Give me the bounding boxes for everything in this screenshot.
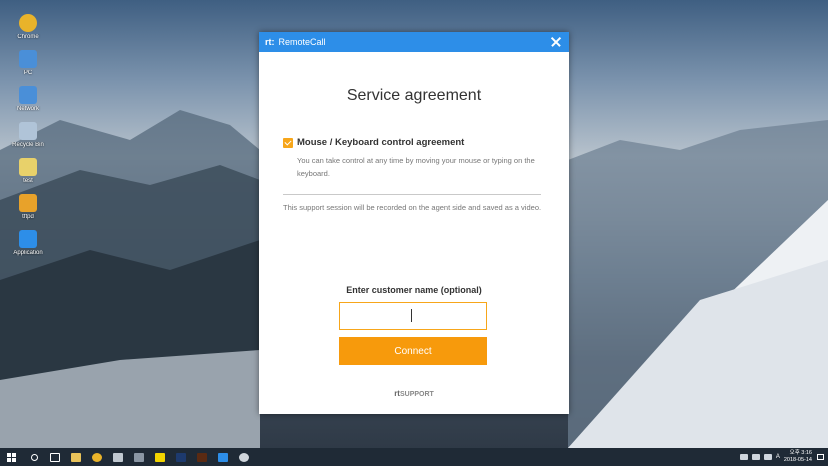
agreement-row[interactable]: Mouse / Keyboard control agreement <box>283 137 464 148</box>
volume-icon[interactable] <box>763 454 772 460</box>
application-icon <box>19 230 37 248</box>
taskbar-app-remotecall[interactable] <box>214 448 232 466</box>
connect-button[interactable]: Connect <box>339 337 487 365</box>
notification-icon[interactable] <box>817 454 824 460</box>
rsupport-logo: rtSUPPORT <box>394 389 434 398</box>
calculator-icon <box>134 452 144 462</box>
chevron-up-icon[interactable] <box>739 454 748 460</box>
desktop-icon-tftpd[interactable]: tftpd <box>6 194 50 220</box>
system-tray: A 오후 3:16 2018-05-14 <box>739 448 824 466</box>
ime-indicator[interactable]: A <box>776 454 780 460</box>
close-icon[interactable] <box>549 35 563 49</box>
agreement-checkbox[interactable] <box>283 137 293 148</box>
desktop-icon-application[interactable]: Application <box>6 230 50 256</box>
remotecall-icon <box>218 452 228 462</box>
page-title: Service agreement <box>346 87 482 104</box>
network-status-icon[interactable] <box>751 454 760 460</box>
search-button[interactable] <box>25 448 43 466</box>
network-icon <box>19 86 37 104</box>
taskbar-app-file-explorer[interactable] <box>67 448 85 466</box>
eraser-icon <box>113 452 123 462</box>
text-caret <box>411 309 412 322</box>
desktop-icon-pc[interactable]: PC <box>6 50 50 76</box>
taskbar-app-calculator[interactable] <box>130 448 148 466</box>
illustrator-icon <box>197 452 207 462</box>
desktop-icon-network[interactable]: Network <box>6 86 50 112</box>
windows-icon <box>6 452 16 462</box>
taskbar-app-eraser[interactable] <box>109 448 127 466</box>
agreement-title: Mouse / Keyboard control agreement <box>297 137 465 148</box>
chrome-icon <box>92 452 102 462</box>
taskbar: A 오후 3:16 2018-05-14 <box>0 448 828 466</box>
desktop-icon-recycle-bin[interactable]: Recycle Bin <box>6 122 50 148</box>
start-button[interactable] <box>0 448 22 466</box>
kakaotalk-icon <box>155 452 165 462</box>
taskbar-app-kakaotalk[interactable] <box>151 448 169 466</box>
customer-name-label: Enter customer name (optional) <box>346 285 482 295</box>
taskbar-app-photoshop[interactable] <box>172 448 190 466</box>
settings-icon <box>239 452 249 462</box>
taskbar-app-illustrator[interactable] <box>193 448 211 466</box>
dialog-titlebar[interactable]: rt: RemoteCall <box>259 32 569 52</box>
file-icon <box>19 158 37 176</box>
task-view-icon <box>50 452 60 462</box>
desktop-icon-test[interactable]: test <box>6 158 50 184</box>
recording-notice: This support session will be recorded on… <box>283 203 542 212</box>
computer-icon <box>19 50 37 68</box>
taskbar-app-settings[interactable] <box>235 448 253 466</box>
clock[interactable]: 오후 3:16 2018-05-14 <box>784 450 812 464</box>
folder-icon <box>19 194 37 212</box>
dialog-title: RemoteCall <box>278 37 326 47</box>
desktop-icon-chrome[interactable]: Chrome <box>6 14 50 40</box>
search-icon <box>30 453 38 461</box>
task-view-button[interactable] <box>46 448 64 466</box>
clock-date: 2018-05-14 <box>783 457 812 463</box>
recycle-bin-icon <box>19 122 37 140</box>
remotecall-logo-icon: rt: <box>265 37 275 47</box>
clock-time: 오후 3:16 <box>789 450 812 456</box>
taskbar-app-chrome[interactable] <box>88 448 106 466</box>
file-explorer-icon <box>71 452 81 462</box>
chrome-icon <box>19 14 37 32</box>
remotecall-dialog: rt: RemoteCall Service agreement Mouse /… <box>259 32 569 414</box>
customer-name-input[interactable] <box>339 302 487 330</box>
photoshop-icon <box>176 452 186 462</box>
agreement-description: You can take control at any time by movi… <box>297 156 535 178</box>
divider <box>283 194 541 195</box>
